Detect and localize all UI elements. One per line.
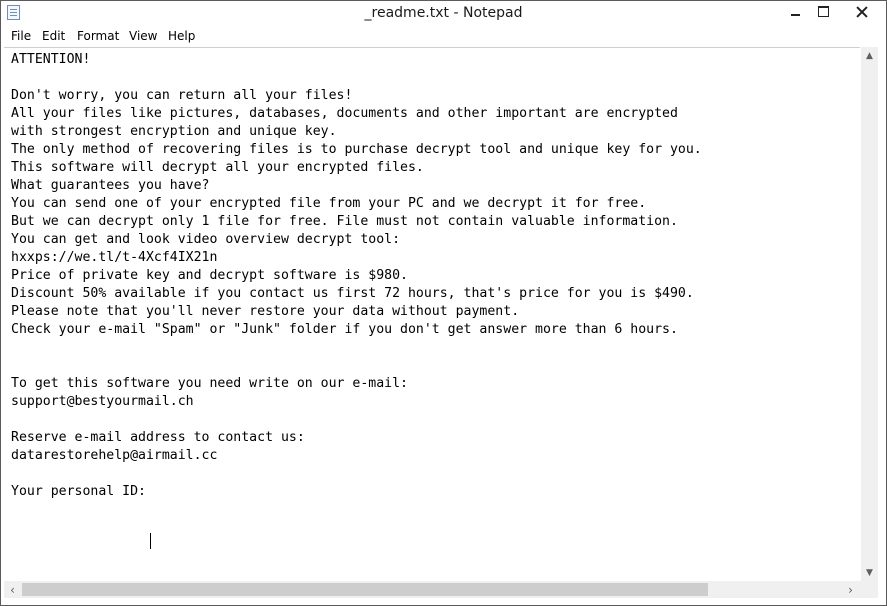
- arrow-up-icon[interactable]: ▲: [861, 47, 878, 64]
- arrow-down-icon[interactable]: ▼: [861, 564, 878, 581]
- menu-edit[interactable]: Edit: [42, 29, 65, 43]
- arrow-left-icon[interactable]: ‹: [4, 581, 21, 598]
- menu-help[interactable]: Help: [168, 29, 195, 43]
- editor-content[interactable]: ATTENTION! Don't worry, you can return a…: [11, 51, 702, 501]
- horizontal-scroll-thumb[interactable]: [22, 583, 708, 596]
- vertical-scroll-track[interactable]: [861, 64, 878, 564]
- title-bar[interactable]: _readme.txt - Notepad: [1, 1, 886, 25]
- menu-file[interactable]: File: [11, 29, 31, 43]
- size-grip[interactable]: [861, 581, 878, 598]
- text-caret: [150, 533, 151, 549]
- text-editor[interactable]: ATTENTION! Don't worry, you can return a…: [4, 47, 860, 581]
- minimize-icon: [790, 13, 800, 16]
- vertical-scrollbar[interactable]: ▲ ▼: [861, 47, 878, 581]
- close-button[interactable]: [839, 1, 885, 22]
- horizontal-scrollbar[interactable]: ‹ ›: [4, 581, 861, 598]
- arrow-right-icon[interactable]: ›: [842, 581, 859, 598]
- maximize-icon: [817, 6, 829, 17]
- menu-bar: File Edit Format View Help: [1, 26, 886, 46]
- close-icon: [856, 6, 868, 18]
- menu-view[interactable]: View: [129, 29, 157, 43]
- maximize-button[interactable]: [807, 1, 839, 22]
- menu-format[interactable]: Format: [77, 29, 119, 43]
- notepad-window: _readme.txt - Notepad File Edit Format V…: [0, 0, 887, 606]
- window-title: _readme.txt - Notepad: [364, 5, 523, 21]
